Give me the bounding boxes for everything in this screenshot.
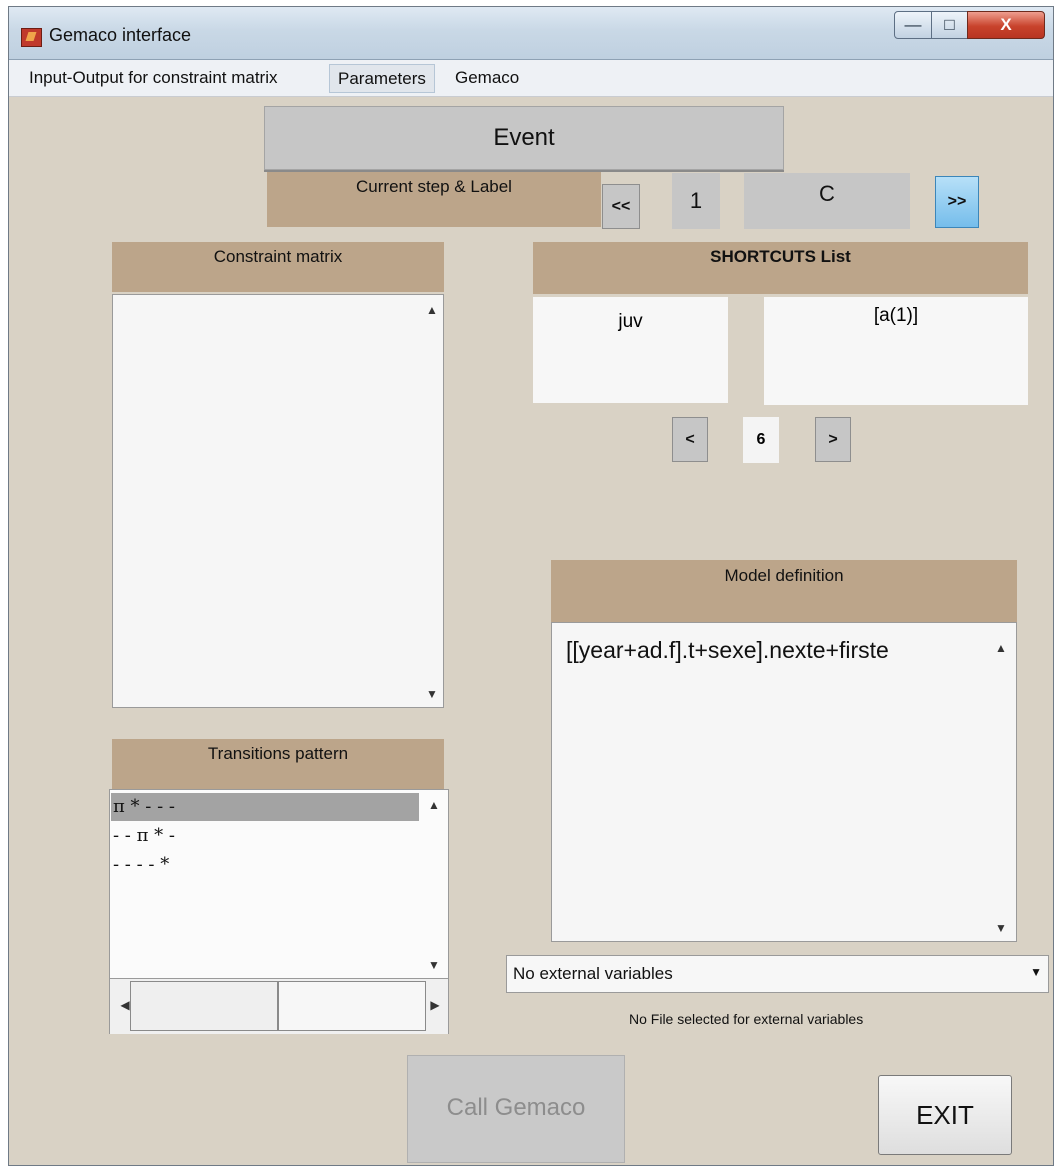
- scroll-down-icon[interactable]: ▼: [421, 687, 443, 701]
- title-bar: Gemaco interface — □ X: [9, 7, 1053, 60]
- dropdown-selected-value: No external variables: [513, 964, 673, 983]
- step-letter: C: [744, 173, 910, 229]
- close-button[interactable]: X: [967, 11, 1045, 39]
- model-definition-textbox[interactable]: [[year+ad.f].t+sexe].nexte+firste ▲ ▼: [551, 622, 1017, 942]
- transition-row[interactable]: - - π * -: [111, 822, 419, 850]
- scrollbar-track[interactable]: [278, 981, 426, 1031]
- shortcut-name-field[interactable]: juv: [533, 297, 728, 403]
- constraint-matrix-header: Constraint matrix: [112, 242, 444, 292]
- scroll-down-icon[interactable]: ▼: [420, 958, 448, 972]
- matlab-logo-icon: [21, 28, 42, 47]
- model-definition-text: [[year+ad.f].t+sexe].nexte+firste: [566, 637, 889, 663]
- transitions-header: Transitions pattern: [112, 739, 444, 789]
- call-gemaco-button[interactable]: Call Gemaco: [407, 1055, 625, 1163]
- next-shortcut-button[interactable]: >: [815, 417, 851, 462]
- transition-row[interactable]: - - - - *: [111, 851, 419, 879]
- constraint-matrix-listbox[interactable]: ▲ ▼: [112, 294, 444, 708]
- scrollbar-thumb[interactable]: [130, 981, 278, 1031]
- prev-step-button[interactable]: <<: [602, 184, 640, 229]
- minimize-button[interactable]: —: [894, 11, 932, 39]
- transition-row[interactable]: π * - - -: [111, 793, 419, 821]
- maximize-button[interactable]: □: [931, 11, 968, 39]
- external-variables-dropdown[interactable]: No external variables ▼: [506, 955, 1049, 993]
- shortcut-value-field[interactable]: [a(1)]: [764, 297, 1028, 405]
- prev-shortcut-button[interactable]: <: [672, 417, 708, 462]
- external-file-status: No File selected for external variables: [629, 1011, 864, 1027]
- model-definition-header: Model definition: [551, 560, 1017, 622]
- horizontal-scrollbar[interactable]: ◀ ▶: [110, 978, 448, 1034]
- menu-input-output[interactable]: Input-Output for constraint matrix: [21, 64, 286, 91]
- menu-gemaco[interactable]: Gemaco: [447, 64, 527, 91]
- scroll-up-icon[interactable]: ▲: [420, 798, 448, 812]
- chevron-down-icon[interactable]: ▼: [1030, 965, 1042, 979]
- transitions-listbox[interactable]: π * - - - - - π * - - - - - * ▲ ▼ ◀ ▶: [109, 789, 449, 1034]
- next-step-button[interactable]: >>: [935, 176, 979, 228]
- step-number: 1: [672, 173, 720, 229]
- window-title: Gemaco interface: [49, 25, 192, 45]
- exit-button[interactable]: EXIT: [878, 1075, 1012, 1155]
- gemaco-window: Gemaco interface — □ X Input-Output for …: [8, 6, 1054, 1166]
- scroll-up-icon[interactable]: ▲: [421, 303, 443, 317]
- shortcuts-header: SHORTCUTS List: [533, 242, 1028, 294]
- shortcut-index: 6: [743, 417, 779, 463]
- menu-parameters[interactable]: Parameters: [329, 64, 435, 93]
- current-step-label: Current step & Label: [267, 172, 601, 227]
- menu-bar: Input-Output for constraint matrix Param…: [9, 60, 1053, 97]
- scroll-right-icon[interactable]: ▶: [424, 998, 446, 1012]
- event-button[interactable]: Event: [264, 106, 784, 170]
- scroll-up-icon[interactable]: ▲: [990, 641, 1012, 655]
- scroll-down-icon[interactable]: ▼: [990, 921, 1012, 935]
